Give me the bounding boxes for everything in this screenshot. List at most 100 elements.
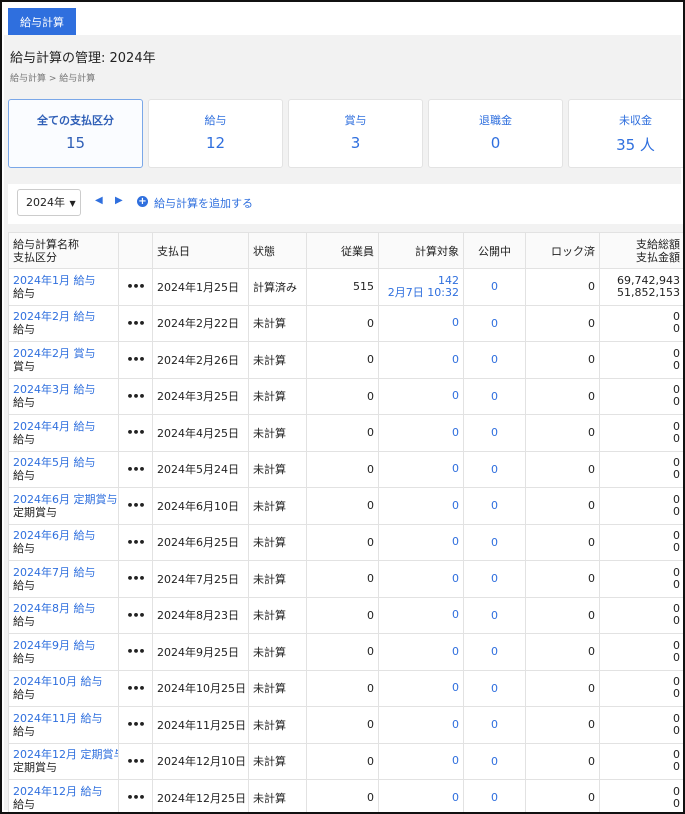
payroll-name-link[interactable]: 2024年4月 給与 (13, 420, 114, 433)
card-salary[interactable]: 給与 12 (148, 99, 283, 168)
cell-targets: 0 (378, 523, 464, 561)
table-row: 2024年10月 給与 給与 ••• 2024年10月25日 未計算 0 0 0 0 0 0 (8, 669, 683, 707)
more-options-icon[interactable]: ••• (126, 718, 145, 731)
published-count-link[interactable]: 0 (491, 280, 498, 293)
published-count-link[interactable]: 0 (491, 317, 498, 330)
more-options-icon[interactable]: ••• (126, 755, 145, 768)
target-count-link[interactable]: 0 (383, 791, 459, 804)
payroll-name-link[interactable]: 2024年2月 賞与 (13, 347, 114, 360)
card-retirement[interactable]: 退職金 0 (428, 99, 563, 168)
payroll-name-link[interactable]: 2024年7月 給与 (13, 566, 114, 579)
cell-employees: 0 (306, 414, 379, 452)
net-amount: 51,852,153 (617, 285, 680, 299)
target-count-link[interactable]: 0 (383, 390, 459, 402)
more-options-icon[interactable]: ••• (126, 426, 145, 439)
cell-actions: ••• (118, 742, 153, 780)
published-count-link[interactable]: 0 (491, 463, 498, 476)
payroll-name-link[interactable]: 2024年5月 給与 (13, 456, 114, 469)
cell-targets: 0 (378, 742, 464, 780)
more-options-icon[interactable]: ••• (126, 317, 145, 330)
target-count-link[interactable]: 142 (383, 274, 459, 287)
payroll-name-link[interactable]: 2024年3月 給与 (13, 383, 114, 396)
col-pay-date[interactable]: 支払日 (152, 232, 249, 269)
breadcrumb[interactable]: 給与計算 > 給与計算 (10, 71, 95, 84)
payroll-name-link[interactable]: 2024年6月 定期賞与 (13, 493, 118, 506)
published-count-link[interactable]: 0 (491, 791, 498, 804)
target-count-link[interactable]: 0 (383, 682, 459, 694)
target-calc-time[interactable]: 2月7日 10:32 (383, 286, 459, 299)
target-count-link[interactable]: 0 (383, 353, 459, 366)
published-count-link[interactable]: 0 (491, 572, 498, 585)
payroll-name-link[interactable]: 2024年9月 給与 (13, 639, 114, 652)
payroll-panel: 2024年 ▼ ◀ ▶ + 給与計算を追加する 給与計算名称 支払区分 支払日 … (8, 184, 683, 812)
cell-pay-date: 2024年1月25日 (152, 268, 249, 306)
prev-year-icon[interactable]: ◀ (95, 195, 103, 206)
published-count-link[interactable]: 0 (491, 353, 498, 366)
published-count-link[interactable]: 0 (491, 682, 498, 695)
published-count-link[interactable]: 0 (491, 609, 498, 622)
target-count-link[interactable]: 0 (383, 755, 459, 767)
published-count-link[interactable]: 0 (491, 718, 498, 731)
target-count-link[interactable]: 0 (383, 426, 459, 439)
published-count-link[interactable]: 0 (491, 426, 498, 439)
card-bonus[interactable]: 賞与 3 (288, 99, 423, 168)
more-options-icon[interactable]: ••• (126, 499, 145, 512)
col-employees[interactable]: 従業員 (306, 232, 379, 269)
target-count-link[interactable]: 0 (383, 499, 459, 512)
table-row: 2024年3月 給与 給与 ••• 2024年3月25日 未計算 0 0 0 0 0 0 (8, 377, 683, 415)
payroll-name-link[interactable]: 2024年6月 給与 (13, 529, 114, 542)
target-count-link[interactable]: 0 (383, 609, 459, 621)
col-name-type[interactable]: 給与計算名称 支払区分 (8, 232, 119, 269)
table-row: 2024年6月 給与 給与 ••• 2024年6月25日 未計算 0 0 0 0 0 0 (8, 523, 683, 561)
payroll-name-link[interactable]: 2024年12月 定期賞与 (13, 748, 118, 761)
payroll-name-link[interactable]: 2024年1月 給与 (13, 274, 114, 287)
payment-type: 給与 (13, 724, 35, 738)
more-options-icon[interactable]: ••• (126, 572, 145, 585)
target-count-link[interactable]: 0 (383, 718, 459, 731)
cell-locked: 0 (525, 706, 600, 744)
col-status[interactable]: 状態 (248, 232, 307, 269)
target-count-link[interactable]: 0 (383, 536, 459, 548)
target-count-link[interactable]: 0 (383, 317, 459, 329)
year-select[interactable]: 2024年 ▼ (17, 189, 81, 216)
cell-targets: 0 (378, 706, 464, 744)
col-locked[interactable]: ロック済 (525, 232, 600, 269)
gross-amount: 0 (673, 346, 680, 360)
payroll-name-link[interactable]: 2024年8月 給与 (13, 602, 114, 615)
plus-circle-icon[interactable]: + (137, 196, 148, 207)
col-published[interactable]: 公開中 (463, 232, 526, 269)
more-options-icon[interactable]: ••• (126, 463, 145, 476)
card-value: 15 (65, 134, 86, 152)
more-options-icon[interactable]: ••• (126, 791, 145, 804)
published-count-link[interactable]: 0 (491, 755, 498, 768)
col-targets[interactable]: 計算対象 (378, 232, 464, 269)
payroll-name-link[interactable]: 2024年12月 給与 (13, 785, 114, 798)
more-options-icon[interactable]: ••• (126, 609, 145, 622)
more-options-icon[interactable]: ••• (126, 353, 145, 366)
more-options-icon[interactable]: ••• (126, 390, 145, 403)
published-count-link[interactable]: 0 (491, 536, 498, 549)
more-options-icon[interactable]: ••• (126, 536, 145, 549)
payment-type: 給与 (13, 615, 35, 629)
tab-payroll[interactable]: 給与計算 (8, 8, 76, 37)
add-payroll-link[interactable]: 給与計算を追加する (154, 195, 253, 211)
more-options-icon[interactable]: ••• (126, 645, 145, 658)
cell-amounts: 00 (599, 487, 683, 525)
target-count-link[interactable]: 0 (383, 463, 459, 475)
next-year-icon[interactable]: ▶ (115, 195, 123, 206)
payroll-name-link[interactable]: 2024年2月 給与 (13, 310, 114, 323)
gross-amount: 0 (673, 675, 680, 689)
card-receivable[interactable]: 未収金 35 人 (568, 99, 683, 168)
more-options-icon[interactable]: ••• (126, 280, 145, 293)
cell-actions: ••• (118, 414, 153, 452)
col-amounts[interactable]: 支給総額 支払金額 (599, 232, 683, 269)
target-count-link[interactable]: 0 (383, 645, 459, 658)
published-count-link[interactable]: 0 (491, 645, 498, 658)
payroll-name-link[interactable]: 2024年11月 給与 (13, 712, 114, 725)
target-count-link[interactable]: 0 (383, 572, 459, 585)
card-all-types[interactable]: 全ての支払区分 15 (8, 99, 143, 168)
published-count-link[interactable]: 0 (491, 390, 498, 403)
payroll-name-link[interactable]: 2024年10月 給与 (13, 675, 114, 688)
more-options-icon[interactable]: ••• (126, 682, 145, 695)
published-count-link[interactable]: 0 (491, 499, 498, 512)
